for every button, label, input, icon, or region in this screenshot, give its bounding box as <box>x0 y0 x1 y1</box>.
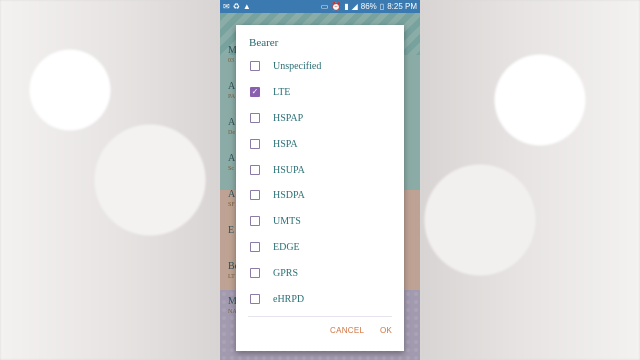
dialog-divider <box>248 316 392 317</box>
checkbox[interactable] <box>250 242 260 252</box>
cancel-button[interactable]: CANCEL <box>330 326 364 335</box>
option-hsupa[interactable]: HSUPA <box>250 162 305 178</box>
sim-icon: ▮ <box>344 2 349 11</box>
email-icon: ✉ <box>223 2 230 11</box>
option-hspap[interactable]: HSPAP <box>250 110 303 126</box>
dialog-title: Bearer <box>249 37 279 49</box>
screen-mirror-icon: ▭ <box>320 2 329 11</box>
check-icon: ✓ <box>251 87 259 96</box>
clock: 8:25 PM <box>387 2 417 11</box>
option-label: LTE <box>273 86 291 98</box>
option-label: HSPA <box>273 138 298 150</box>
recycle-icon: ♻ <box>232 2 240 11</box>
option-gprs[interactable]: GPRS <box>250 265 298 281</box>
alarm-icon: ⏰ <box>331 2 342 11</box>
option-label: EDGE <box>273 241 300 253</box>
blurred-background-left <box>0 0 220 360</box>
checkbox[interactable] <box>250 113 260 123</box>
option-ehrpd[interactable]: eHRPD <box>250 291 304 307</box>
option-umts[interactable]: UMTS <box>250 213 301 229</box>
ok-button[interactable]: OK <box>380 326 392 335</box>
checkbox[interactable] <box>250 190 260 200</box>
bearer-dialog: Bearer Unspecified ✓ LTE HSPAP HSPA HSUP… <box>236 25 404 351</box>
checkbox[interactable] <box>250 139 260 149</box>
option-hspa[interactable]: HSPA <box>250 136 298 152</box>
option-label: HSUPA <box>273 164 305 176</box>
option-label: Unspecified <box>273 60 322 72</box>
option-lte[interactable]: ✓ LTE <box>250 84 290 100</box>
option-label: HSDPA <box>273 189 305 201</box>
warning-icon: ▲ <box>242 2 251 11</box>
signal-icon: ◢ <box>351 2 358 11</box>
battery-icon: ▯ <box>379 2 385 11</box>
blurred-background-right <box>420 0 640 360</box>
checkbox[interactable] <box>250 294 260 304</box>
option-label: UMTS <box>273 215 301 227</box>
checkbox[interactable] <box>250 268 260 278</box>
status-bar: ✉ ♻ ▲ ▭ ⏰ ▮ ◢ 86% ▯ 8:25 PM <box>220 0 420 13</box>
option-hsdpa[interactable]: HSDPA <box>250 187 305 203</box>
battery-percent: 86% <box>360 2 377 11</box>
option-label: HSPAP <box>273 112 304 124</box>
checkbox[interactable] <box>250 216 260 226</box>
option-label: GPRS <box>273 267 299 279</box>
checkbox[interactable] <box>250 61 260 71</box>
option-label: eHRPD <box>273 293 305 305</box>
checkbox-checked[interactable]: ✓ <box>250 87 260 97</box>
option-edge[interactable]: EDGE <box>250 239 300 255</box>
checkbox[interactable] <box>250 165 260 175</box>
option-unspecified[interactable]: Unspecified <box>250 58 321 74</box>
